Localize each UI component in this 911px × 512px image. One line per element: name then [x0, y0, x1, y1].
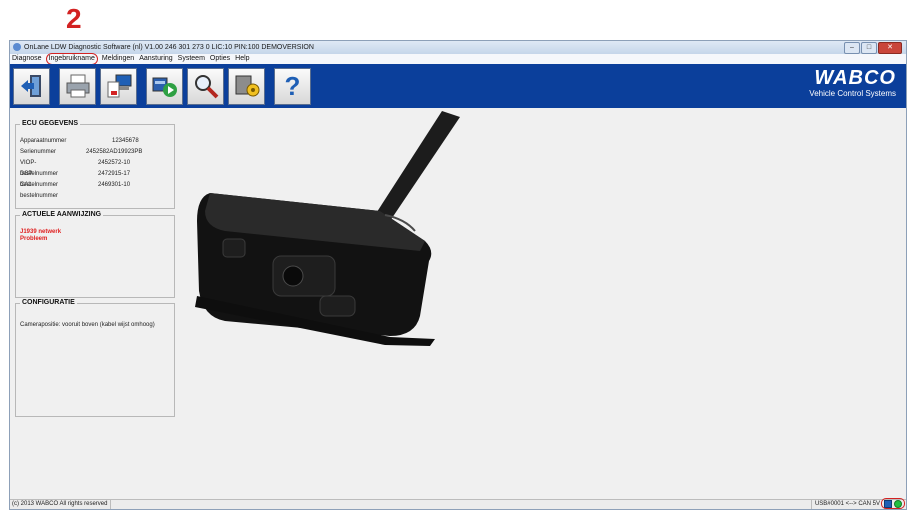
ecu-row-value: 12345678 — [112, 138, 139, 144]
menu-bar: Diagnose Ingebruikname Meldingen Aanstur… — [10, 53, 906, 65]
application-window: OnLane LDW Diagnostic Software (nl) V1.0… — [9, 40, 907, 510]
panel-title: ECU GEGEVENS — [20, 120, 81, 127]
menu-ingebruikname[interactable]: Ingebruikname — [45, 53, 98, 65]
ecu-row-value: 2472915-17 — [98, 171, 131, 177]
ecu-settings-icon — [235, 75, 259, 97]
connection-status: USB#0001 <--> CAN 5V — [810, 500, 880, 509]
play-ecu-icon — [152, 77, 177, 97]
brand-tagline: Vehicle Control Systems — [809, 89, 896, 98]
minimize-button[interactable]: – — [844, 42, 860, 54]
menu-meldingen[interactable]: Meldingen — [102, 54, 134, 64]
ecu-settings-button[interactable] — [228, 67, 265, 105]
panel-title: ACTUELE AANWIJZING — [20, 211, 104, 218]
brand-logo: WABCO — [814, 67, 896, 89]
panel-title: CONFIGURATIE — [20, 299, 77, 306]
callout-number-2: 2 — [66, 3, 82, 34]
menu-help[interactable]: Help — [235, 54, 249, 64]
configuration-panel: CONFIGURATIE Camerapositie: vooruit bove… — [15, 299, 175, 417]
copyright-text: (c) 2013 WABCO All rights reserved — [12, 500, 112, 509]
printer-icon — [66, 74, 89, 98]
window-controls: – □ ✕ — [844, 42, 902, 54]
start-ecu-button[interactable] — [146, 67, 183, 105]
menu-systeem[interactable]: Systeem — [178, 54, 205, 64]
alert-message: J1939 netwerk Probleem — [20, 229, 61, 243]
ecu-row-value: 2452572-10 — [98, 160, 131, 166]
exit-button[interactable] — [13, 67, 50, 105]
connection-indicator — [881, 498, 905, 509]
alert-line-2: Probleem — [20, 236, 48, 242]
toolbar: ? WABCO Vehicle Control Systems — [10, 64, 906, 108]
brand: WABCO Vehicle Control Systems — [809, 67, 896, 99]
help-button[interactable]: ? — [274, 67, 311, 105]
ecu-data-panel: ECU GEGEVENS Apparaatnummer 12345678 Ser… — [15, 120, 175, 209]
exit-door-icon — [20, 75, 41, 97]
help-icon: ? — [284, 70, 301, 101]
window-title: OnLane LDW Diagnostic Software (nl) V1.0… — [24, 44, 314, 51]
current-instruction-panel: ACTUELE AANWIJZING J1939 netwerk Problee… — [15, 211, 175, 298]
status-led-icon — [894, 499, 902, 508]
close-button[interactable]: ✕ — [878, 42, 902, 54]
computer-document-icon — [107, 74, 131, 98]
menu-aansturing[interactable]: Aansturing — [139, 54, 172, 64]
ecu-row-key: Serienummer — [20, 149, 57, 155]
menu-diagnose[interactable]: Diagnose — [12, 54, 42, 64]
device-icon — [884, 499, 892, 508]
app-icon — [13, 43, 21, 52]
maximize-button[interactable]: □ — [861, 42, 877, 54]
alert-line-1: J1939 netwerk — [20, 229, 62, 235]
status-bar: (c) 2013 WABCO All rights reserved USB#0… — [10, 498, 906, 509]
menu-opties[interactable]: Opties — [210, 54, 230, 64]
search-button[interactable] — [187, 67, 224, 105]
computer-document-button[interactable] — [100, 67, 137, 105]
print-button[interactable] — [59, 67, 96, 105]
ecu-row-key: CAL-bestelnummer — [20, 182, 59, 199]
camera-image — [195, 111, 460, 346]
ecu-row-key: Apparaatnummer — [20, 138, 67, 144]
title-bar[interactable]: OnLane LDW Diagnostic Software (nl) V1.0… — [10, 41, 906, 54]
magnifier-search-icon — [194, 75, 218, 99]
config-text: Camerapositie: vooruit boven (kabel wijs… — [20, 322, 155, 328]
ecu-row-value: 2452582AD19923PB — [86, 149, 143, 155]
ecu-row-value: 2469301-10 — [98, 182, 131, 188]
